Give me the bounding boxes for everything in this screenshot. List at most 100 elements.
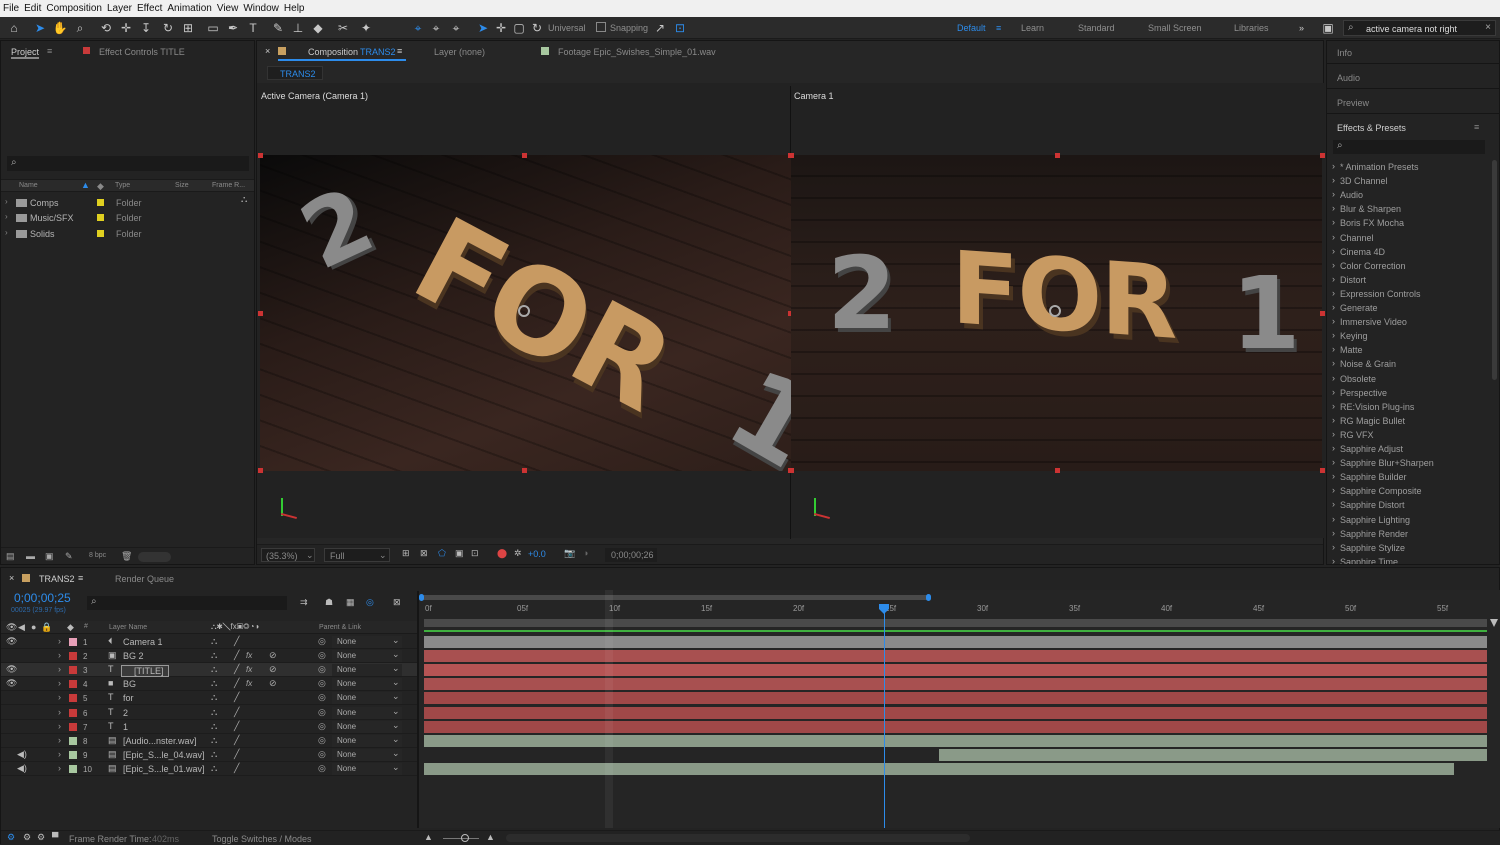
quality-switch-icon[interactable]: ╱ [234,763,239,774]
effect-category[interactable]: › Generate [1327,301,1487,315]
layer-row[interactable]: 👁 › 4 ■ BG ⛬ ╱ fx ⊘ ◎ None ⌄ [1,677,419,692]
layer-name[interactable]: Camera 1 [123,637,163,647]
quality-switch-icon[interactable]: ╱ [234,650,239,661]
comp-menu-icon[interactable]: ≡ [397,46,402,56]
layer-name[interactable]: 2 [123,708,128,718]
expand-icon[interactable]: › [58,763,61,773]
expand-icon[interactable]: › [5,212,8,221]
effect-category[interactable]: › Noise & Grain [1327,357,1487,371]
bit-depth[interactable]: 8 bpc [89,552,106,559]
workspace-standard[interactable]: Standard [1078,23,1115,33]
expand-icon[interactable]: › [58,678,61,688]
left-viewport[interactable]: 2 FOR 1 [260,155,791,471]
render-queue-tab[interactable]: Render Queue [115,574,174,584]
effect-category[interactable]: › Blur & Sharpen [1327,202,1487,216]
layer-name[interactable]: for [123,693,134,703]
effect-category[interactable]: › Expression Controls [1327,287,1487,301]
zoom-dropdown[interactable]: (35.3%) ⌄ [261,548,315,562]
shy-switch-icon[interactable]: ⛬ [211,707,217,718]
label-color-swatch[interactable] [69,736,77,745]
menu-file[interactable]: File [3,3,19,14]
effect-category[interactable]: › Perspective [1327,386,1487,400]
shy-switch-icon[interactable]: ⛬ [211,721,217,732]
flowchart-icon[interactable]: ⛬ [241,194,247,205]
label-swatch[interactable] [97,230,104,237]
pan-tool-icon[interactable]: ✛ [118,20,134,36]
label-swatch[interactable] [97,214,104,221]
expand-icon[interactable]: › [5,228,8,237]
bbox-handle[interactable] [258,468,263,473]
breadcrumb[interactable]: TRANS2 [267,66,323,80]
expand-icon[interactable]: › [58,664,61,674]
puppet-tool-icon[interactable]: ✦ [358,20,374,36]
effect-category[interactable]: › * Animation Presets [1327,160,1487,174]
pick-whip-icon[interactable]: ◎ [318,707,326,718]
quality-switch-icon[interactable]: ╱ [234,721,239,732]
workspace-libraries[interactable]: Libraries [1234,23,1269,33]
timeline-menu-icon[interactable]: ≡ [78,573,83,583]
project-search-input[interactable]: ⌕ [7,156,249,171]
work-area-bar[interactable] [421,595,929,600]
quality-switch-icon[interactable]: ╱ [234,678,239,689]
workspace-small-screen[interactable]: Small Screen [1148,23,1202,33]
timeline-search-input[interactable]: ⌕ [87,596,287,610]
pick-whip-icon[interactable]: ◎ [318,650,326,661]
axis-local-icon[interactable]: ⌖ [410,20,426,36]
layer-duration-bar[interactable] [424,720,1487,733]
quality-switch-icon[interactable]: ╱ [234,692,239,703]
quality-switch-icon[interactable]: ╱ [234,749,239,760]
project-item[interactable]: › Solids Folder [1,227,241,241]
settings-icon[interactable]: ✎ [65,551,73,562]
bbox-handle[interactable] [522,468,527,473]
layer-row[interactable]: › 7 T 1 ⛬ ╱ ◎ None ⌄ [1,720,419,734]
motion-blur-icon[interactable]: ◎ [366,597,374,608]
3d-layer-icon[interactable]: ⊘ [269,664,277,675]
col-frame-rate[interactable]: Frame R... [212,182,245,189]
move-3d-icon[interactable]: ✛ [493,20,509,36]
expand-icon[interactable]: › [58,721,61,731]
select-3d-icon[interactable]: ➤ [475,20,491,36]
label-color-swatch[interactable] [69,652,77,661]
rotate-3d-icon[interactable]: ↻ [529,20,545,36]
effect-category[interactable]: › Cinema 4D [1327,245,1487,259]
layer-switches-icon[interactable]: ⚙ [7,832,15,843]
close-tab-icon[interactable]: × [265,46,270,56]
effect-category[interactable]: › Boris FX Mocha [1327,216,1487,230]
layer-name[interactable]: [Epic_S...le_04.wav] [123,750,205,760]
pick-whip-icon[interactable]: ◎ [318,721,326,732]
effect-category[interactable]: › Sapphire Composite [1327,484,1487,498]
sync-settings-icon[interactable]: ▣ [1320,20,1336,36]
shy-switch-icon[interactable]: ⛬ [211,678,217,689]
parent-dropdown[interactable]: None ⌄ [332,663,402,677]
effect-controls-tab[interactable]: Effect Controls TITLE [99,47,185,57]
hand-tool-icon[interactable]: ✋ [52,20,68,36]
exposure-value[interactable]: +0.0 [528,549,546,559]
effect-category[interactable]: › Audio [1327,188,1487,202]
layer-duration-bar[interactable] [424,734,1487,747]
label-swatch[interactable] [97,199,104,206]
rotate-tool-icon[interactable]: ↻ [160,20,176,36]
effects-panel-tab[interactable]: Effects & Presets [1337,123,1406,133]
menu-effect[interactable]: Effect [137,3,162,14]
project-tab[interactable]: Project [11,47,40,59]
effect-category[interactable]: › RG Magic Bullet [1327,414,1487,428]
label-color-swatch[interactable] [69,680,77,689]
quality-switch-icon[interactable]: ╱ [234,707,239,718]
frame-blending-icon[interactable]: ▦ [346,597,355,608]
interpret-footage-icon[interactable]: ▤ [6,551,15,562]
anchor-point-icon[interactable] [1049,305,1061,317]
pick-whip-icon[interactable]: ◎ [318,692,326,703]
effect-category[interactable]: › Matte [1327,343,1487,357]
scale-3d-icon[interactable]: ▢ [511,20,527,36]
layer-row[interactable]: › 6 T 2 ⛬ ╱ ◎ None ⌄ [1,706,419,720]
parent-dropdown[interactable]: None ⌄ [332,635,402,648]
pick-whip-icon[interactable]: ◎ [318,749,326,760]
project-item[interactable]: › Music/SFX Folder [1,211,241,225]
expand-icon[interactable]: › [58,650,61,660]
anchor-point-icon[interactable] [518,305,530,317]
footage-tab[interactable]: Footage Epic_Swishes_Simple_01.wav [558,47,716,57]
label-color-swatch[interactable] [69,638,77,646]
menu-edit[interactable]: Edit [24,3,41,14]
effects-menu-icon[interactable]: ≡ [1474,122,1479,132]
bbox-handle[interactable] [1320,468,1325,473]
